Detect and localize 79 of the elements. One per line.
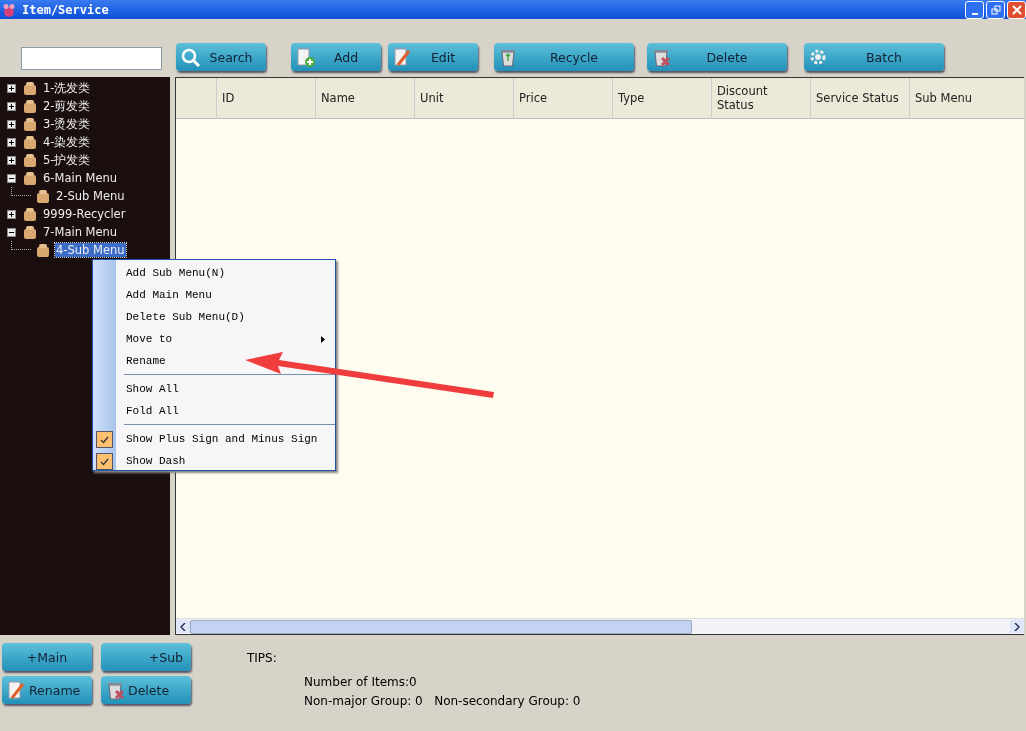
close-button[interactable]: [1007, 0, 1026, 19]
column-header: Discount Status: [711, 78, 810, 118]
bin-icon: [498, 47, 518, 67]
expand-toggle[interactable]: [7, 155, 16, 165]
bag-icon: [22, 80, 38, 96]
tree-item[interactable]: 9999-Recycler: [42, 207, 127, 221]
column-header: Price: [513, 78, 612, 118]
expand-toggle[interactable]: [7, 83, 16, 93]
expand-toggle[interactable]: [7, 137, 16, 147]
menu-item[interactable]: Show All: [116, 378, 335, 400]
bag-icon: [22, 98, 38, 114]
tree-item[interactable]: 4-Sub Menu: [55, 243, 126, 257]
panel-button[interactable]: Delete: [101, 676, 191, 704]
toolbar-button[interactable]: Delete: [647, 43, 787, 71]
tree-item[interactable]: 6-Main Menu: [42, 171, 119, 185]
expand-toggle[interactable]: [7, 101, 16, 111]
column-header: Type: [612, 78, 711, 118]
bag-icon: [35, 242, 51, 258]
tree-item[interactable]: 5-护发类: [42, 152, 92, 168]
search-field[interactable]: [21, 47, 162, 70]
bag-icon: [22, 206, 38, 222]
app-icon: [2, 2, 16, 17]
menu-item[interactable]: Fold All: [116, 400, 335, 422]
column-header: Unit: [414, 78, 513, 118]
window-title: Item/Service: [22, 2, 109, 17]
minimize-button[interactable]: [965, 0, 984, 19]
search-icon: [180, 47, 200, 67]
menu-item[interactable]: Rename: [116, 350, 335, 372]
toolbar-button[interactable]: Edit: [388, 43, 478, 71]
menu-item[interactable]: Move to: [116, 328, 335, 350]
bin-cross-icon: [651, 47, 671, 67]
column-header: Name: [315, 78, 414, 118]
tips-text: Number of Items:0: [304, 674, 418, 691]
collapse-toggle[interactable]: [7, 173, 16, 183]
restore-icon: [990, 4, 1001, 15]
expand-toggle[interactable]: [7, 119, 16, 129]
toolbar-button[interactable]: Add: [291, 43, 381, 71]
menu-item[interactable]: Add Main Menu: [116, 284, 335, 306]
menu-item[interactable]: Delete Sub Menu(D): [116, 306, 335, 328]
gear-icon: [808, 47, 828, 67]
collapse-toggle[interactable]: [7, 227, 16, 237]
document-plus-icon: [295, 47, 315, 67]
bag-icon: [22, 170, 38, 186]
tree-item[interactable]: 1-洗发类: [42, 80, 92, 96]
menu-item[interactable]: Add Sub Menu(N): [116, 262, 335, 284]
tree-item[interactable]: 7-Main Menu: [42, 225, 119, 239]
panel-button[interactable]: +Sub: [101, 643, 191, 671]
toolbar-button[interactable]: Search: [176, 43, 266, 71]
tips-label: TIPS:: [247, 651, 278, 665]
bag-icon: [22, 134, 38, 150]
bag-icon: [35, 188, 51, 204]
menu-item[interactable]: Show Plus Sign and Minus Sign: [116, 428, 335, 450]
horizontal-scrollbar[interactable]: [176, 618, 1024, 634]
expand-toggle[interactable]: [7, 209, 16, 219]
scroll-right-icon: [1014, 622, 1020, 631]
column-header: ID: [216, 78, 315, 118]
submenu-arrow-icon: [321, 335, 325, 343]
restore-button[interactable]: [986, 0, 1005, 19]
panel-button[interactable]: Rename: [2, 676, 92, 704]
tree-item[interactable]: 3-烫发类: [42, 116, 92, 132]
menu-item[interactable]: Show Dash: [116, 450, 335, 472]
bin-cross-icon: [105, 680, 125, 700]
bag-icon: [22, 116, 38, 132]
panel-button[interactable]: +Main: [2, 643, 92, 671]
pencil-icon: [392, 47, 412, 67]
tree-item[interactable]: 2-剪发类: [42, 98, 92, 114]
pencil-icon: [6, 680, 26, 700]
bag-icon: [22, 152, 38, 168]
toolbar-button[interactable]: Batch: [804, 43, 944, 71]
close-icon: [1011, 4, 1022, 15]
column-header: Service Status: [810, 78, 909, 118]
minimize-icon: [971, 12, 978, 15]
tree-item[interactable]: 2-Sub Menu: [55, 189, 126, 203]
toolbar-button[interactable]: Recycle: [494, 43, 634, 71]
column-header: Sub Menu: [909, 78, 1008, 118]
scroll-left-icon: [180, 622, 186, 631]
bag-icon: [22, 224, 38, 240]
tips-text: Non-major Group: 0 Non-secondary Group: 0: [304, 693, 581, 710]
tree-item[interactable]: 4-染发类: [42, 134, 92, 150]
